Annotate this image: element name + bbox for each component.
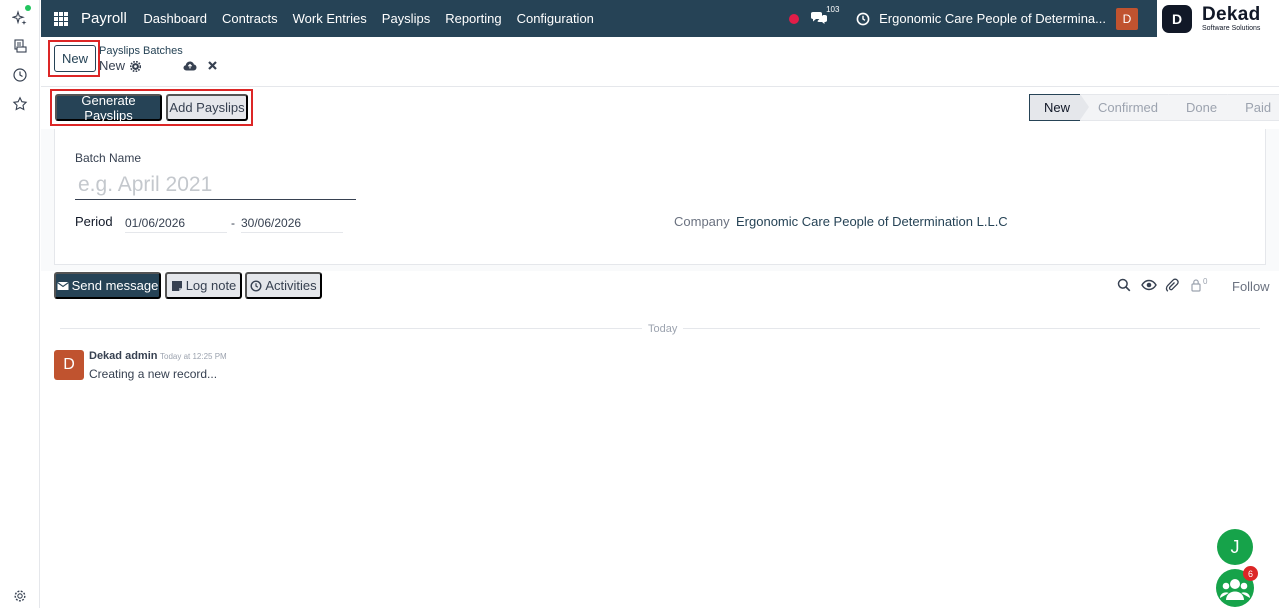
- status-stage-new[interactable]: New: [1029, 94, 1090, 121]
- activities-label: Activities: [265, 278, 317, 293]
- brand-logo: D Dekad Software Solutions: [1157, 0, 1279, 37]
- period-to-input[interactable]: [241, 214, 343, 233]
- team-notification-badge: 6: [1243, 566, 1258, 581]
- form-sheet: Batch Name Period - Company Ergonomic Ca…: [54, 129, 1266, 265]
- discard-close-icon[interactable]: [207, 59, 218, 70]
- status-stage-confirmed[interactable]: Confirmed: [1080, 94, 1177, 121]
- status-bar: New Confirmed Done Paid: [1029, 94, 1279, 121]
- messages-count: 103: [826, 4, 840, 14]
- breadcrumb-current-label: New: [99, 58, 126, 73]
- status-stage-confirmed-label: Confirmed: [1098, 100, 1158, 115]
- add-payslips-button[interactable]: Add Payslips: [166, 94, 248, 121]
- brand-tagline: Software Solutions: [1202, 25, 1261, 32]
- control-panel: New Payslips Batches New: [41, 37, 1279, 87]
- menu-work-entries[interactable]: Work Entries: [285, 11, 374, 26]
- eye-icon[interactable]: [1141, 278, 1157, 292]
- breadcrumb-parent[interactable]: Payslips Batches: [99, 45, 183, 57]
- messages-icon[interactable]: 103: [810, 5, 839, 27]
- status-stage-done-label: Done: [1185, 100, 1218, 115]
- message-author-avatar[interactable]: D: [54, 350, 84, 380]
- company-switcher[interactable]: Ergonomic Care People of Determina...: [879, 11, 1106, 26]
- new-button[interactable]: New: [54, 45, 96, 72]
- app-name[interactable]: Payroll: [81, 10, 127, 27]
- menu-payslips[interactable]: Payslips: [374, 11, 437, 26]
- chatter: [41, 271, 1279, 608]
- note-icon: [171, 280, 182, 291]
- brand-name: Dekad: [1202, 4, 1261, 25]
- search-icon[interactable]: [1117, 278, 1131, 292]
- log-note-button[interactable]: Log note: [165, 272, 242, 299]
- navbar-systray: 103 Ergonomic Care People of Determina..…: [789, 0, 1279, 37]
- period-label: Period: [75, 214, 113, 229]
- followers-lock-icon[interactable]: [1189, 278, 1203, 292]
- message-time: Today at 12:25 PM: [160, 352, 227, 361]
- apps-grid-icon[interactable]: [54, 11, 68, 26]
- send-message-label: Send message: [71, 278, 159, 293]
- log-note-label: Log note: [185, 278, 237, 293]
- clock-icon: [250, 279, 262, 292]
- chat-bubble-button[interactable]: J: [1217, 529, 1253, 565]
- send-message-button[interactable]: Send message: [54, 272, 161, 299]
- menu-reporting[interactable]: Reporting: [438, 11, 509, 26]
- online-dot: [25, 5, 31, 11]
- inbox-icon[interactable]: [10, 36, 30, 56]
- date-divider-label: Today: [642, 323, 684, 335]
- sparkle-icon[interactable]: [10, 8, 30, 28]
- message-author[interactable]: Dekad admin: [89, 350, 157, 362]
- follow-button[interactable]: Follow: [1232, 279, 1270, 294]
- activities-button[interactable]: Activities: [245, 272, 322, 299]
- main-menu: Dashboard Contracts Work Entries Payslip…: [136, 11, 602, 26]
- menu-contracts[interactable]: Contracts: [214, 11, 285, 26]
- batch-name-label: Batch Name: [75, 151, 142, 165]
- followers-count: 0: [1203, 276, 1208, 286]
- brand-mark-icon: D: [1162, 4, 1192, 33]
- star-icon[interactable]: [10, 94, 30, 114]
- breadcrumb-current: New: [99, 58, 142, 73]
- activity-clock-icon[interactable]: [856, 12, 870, 26]
- period-separator: -: [231, 216, 235, 230]
- generate-payslips-button[interactable]: Generate Payslips: [55, 93, 162, 123]
- record-gear-icon[interactable]: [129, 60, 142, 73]
- menu-dashboard[interactable]: Dashboard: [136, 11, 215, 26]
- period-from-input[interactable]: [125, 214, 227, 233]
- message-body: Creating a new record...: [89, 367, 218, 381]
- batch-name-input[interactable]: [75, 170, 356, 200]
- action-bar: Generate Payslips Add Payslips New Confi…: [41, 87, 1279, 129]
- paperclip-icon[interactable]: [1165, 278, 1179, 292]
- save-cloud-icon[interactable]: [183, 59, 197, 71]
- status-stage-paid-label: Paid: [1245, 100, 1272, 115]
- recording-indicator-icon[interactable]: [789, 13, 800, 24]
- top-navbar: Payroll Dashboard Contracts Work Entries…: [41, 0, 1279, 37]
- user-avatar[interactable]: D: [1116, 7, 1138, 30]
- left-rail: [0, 0, 40, 608]
- chatter-tools: 0: [1117, 276, 1225, 292]
- menu-configuration[interactable]: Configuration: [509, 11, 601, 26]
- envelope-icon: [56, 281, 69, 290]
- settings-gear-icon[interactable]: [10, 586, 30, 606]
- history-icon[interactable]: [10, 65, 30, 85]
- status-stage-new-label: New: [1044, 100, 1071, 115]
- company-label: Company: [674, 214, 730, 229]
- company-value[interactable]: Ergonomic Care People of Determination L…: [736, 214, 1008, 229]
